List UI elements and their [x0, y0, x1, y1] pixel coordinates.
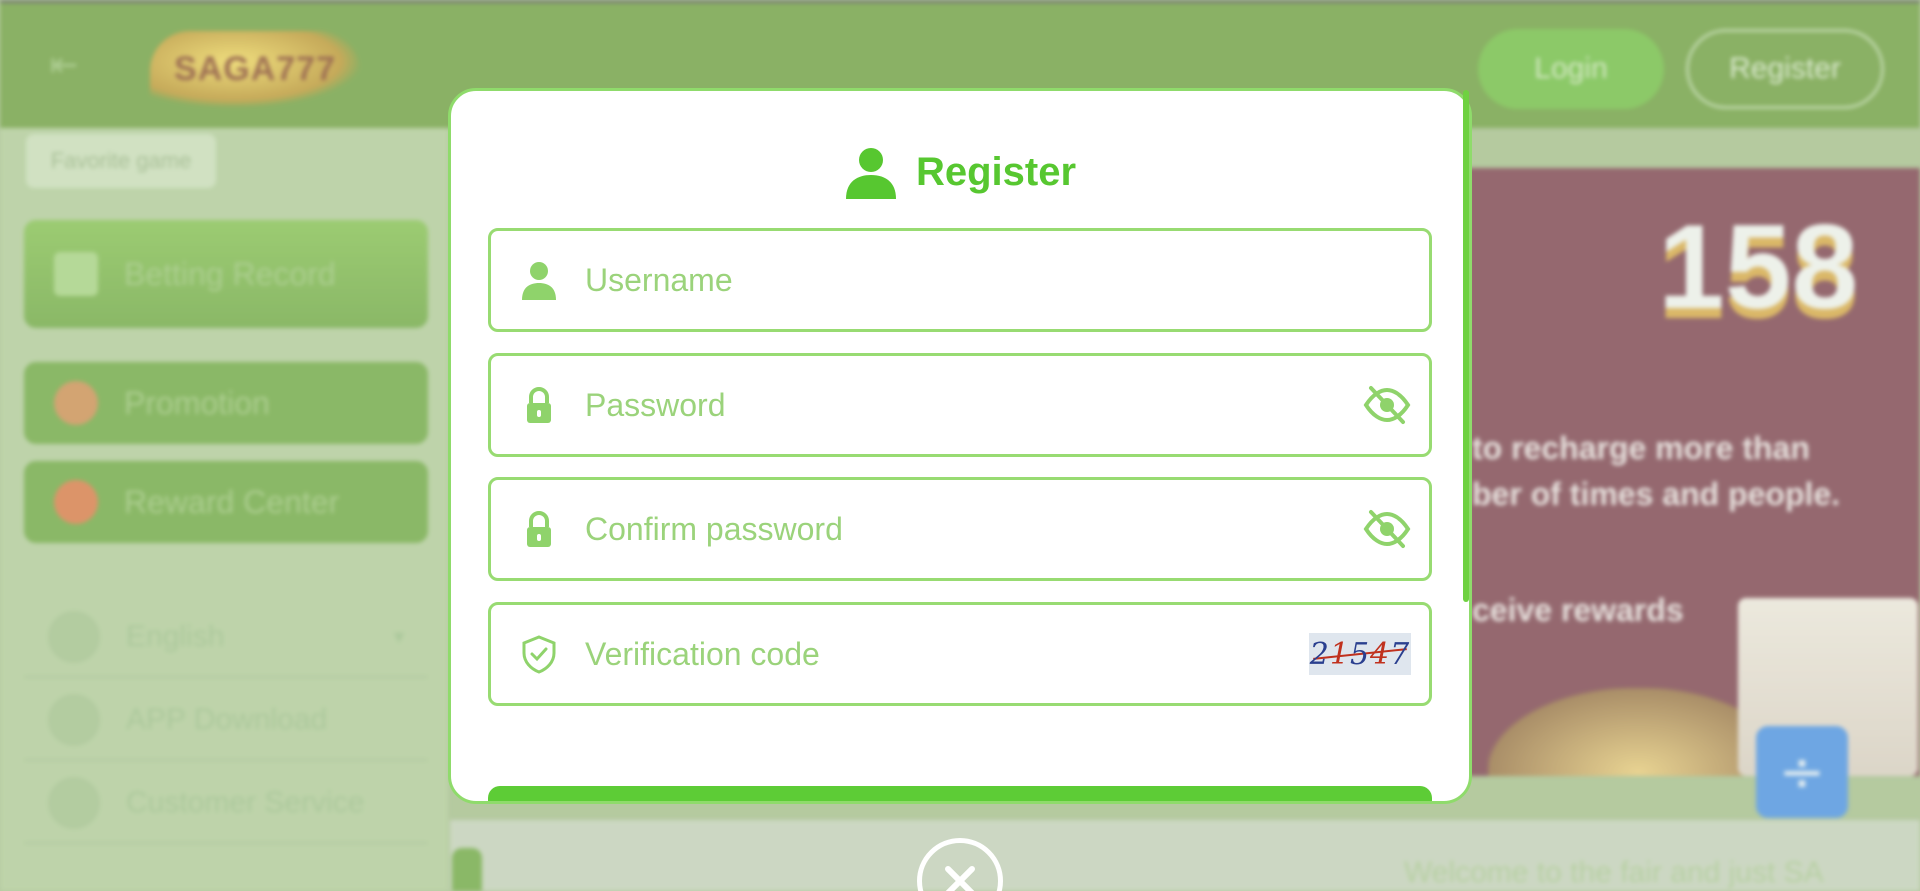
modal-title: Register [451, 145, 1469, 199]
confirm-password-input[interactable] [585, 499, 1363, 559]
verification-code-input[interactable] [585, 624, 1309, 684]
username-input[interactable] [585, 250, 1429, 310]
person-icon [845, 148, 896, 199]
eye-off-icon[interactable] [1363, 385, 1411, 425]
captcha-digit: 5 [1349, 636, 1371, 672]
captcha-digit: 7 [1390, 636, 1411, 672]
password-field[interactable] [488, 353, 1432, 457]
captcha-image[interactable]: 2 1 5 4 7 [1309, 633, 1411, 675]
lock-icon [527, 511, 551, 547]
submit-button[interactable] [488, 786, 1432, 801]
confirm-password-field[interactable] [488, 477, 1432, 581]
lock-icon [527, 387, 551, 423]
eye-off-icon[interactable] [1363, 509, 1411, 549]
register-modal: Register Username Verification code 2 1 … [448, 88, 1472, 804]
verification-code-field[interactable]: 2 1 5 4 7 [488, 602, 1432, 706]
modal-title-text: Register [915, 149, 1077, 194]
password-input[interactable] [585, 375, 1363, 435]
shield-check-icon [522, 635, 556, 674]
captcha-digit: 4 [1370, 636, 1391, 672]
captcha-digit: 2 [1309, 636, 1330, 672]
username-field[interactable] [488, 228, 1432, 332]
modal-scrollbar[interactable] [1463, 90, 1469, 602]
person-icon [522, 262, 556, 300]
close-icon [945, 866, 975, 891]
captcha-digit: 1 [1329, 636, 1350, 672]
